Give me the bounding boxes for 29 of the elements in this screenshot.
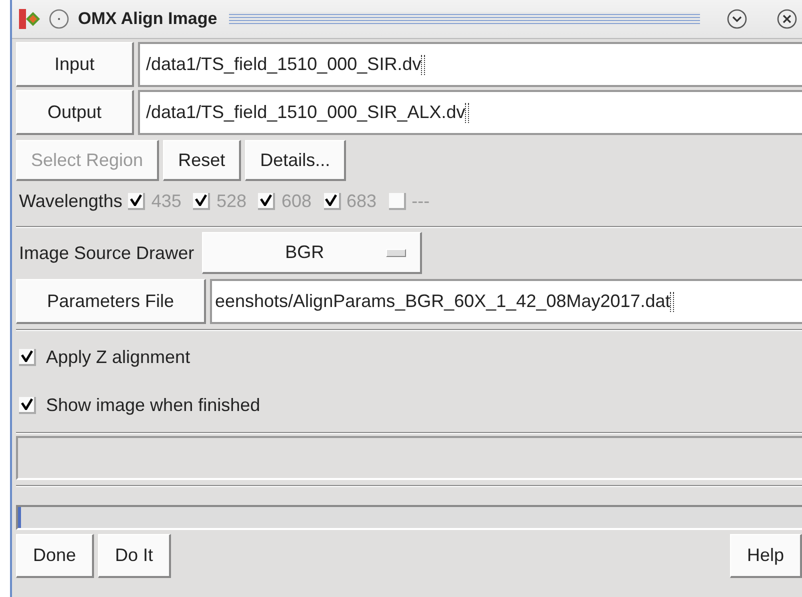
path-field[interactable]: /data1/TS_field_1510_000_SIR_ALX.dv [138,90,802,135]
parameters-file-button[interactable]: Parameters File [16,279,206,324]
wavelengths-label: Wavelengths [19,190,122,212]
pin-icon[interactable] [48,8,70,30]
action-button[interactable]: Reset [163,140,242,181]
image-source-label: Image Source Drawer [19,242,194,264]
window-title: OMX Align Image [78,9,218,29]
parameters-file-field[interactable]: eenshots/AlignParams_BGR_60X_1_42_08May2017.dat [210,279,802,324]
wavelength-label: 435 [151,190,182,212]
option-label: Show image when finished [46,394,260,416]
app-icon [18,7,40,31]
footer-button[interactable]: Do It [98,534,172,578]
file-button[interactable]: Input [16,42,134,87]
wavelength-label: 528 [216,190,246,212]
action-button[interactable]: Details... [245,140,346,181]
dropdown-indicator-icon [386,248,406,256]
checkbox[interactable] [19,396,36,414]
footer-button[interactable]: Help [730,534,802,578]
file-button[interactable]: Output [16,90,134,135]
option-label: Apply Z alignment [46,346,190,368]
image-source-dropdown[interactable]: BGR [202,232,422,274]
wavelength-label: 683 [346,190,377,212]
minimize-icon[interactable] [726,8,748,30]
wavelength-label: --- [412,190,430,212]
close-icon[interactable] [776,8,798,30]
path-field[interactable]: /data1/TS_field_1510_000_SIR.dv [138,42,802,87]
wavelength-label: 608 [281,190,312,212]
checkbox[interactable] [19,348,36,366]
footer-button[interactable]: Done [16,534,94,578]
